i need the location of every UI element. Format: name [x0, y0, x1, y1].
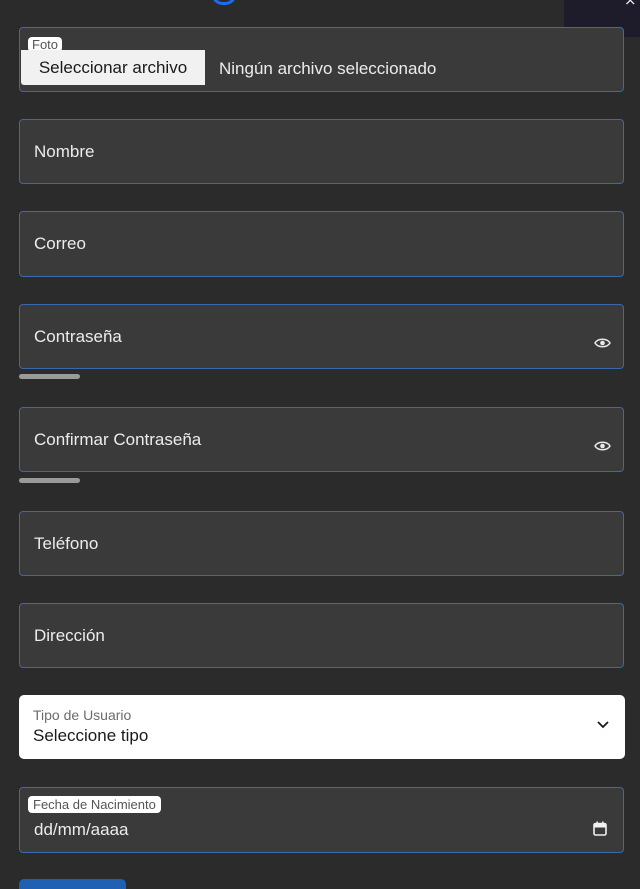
- photo-field[interactable]: Foto Seleccionar archivo Ningún archivo …: [19, 27, 624, 92]
- birth-date-field[interactable]: Fecha de Nacimiento dd/mm/aaaa: [19, 787, 624, 853]
- progress-indicator-icon: [211, 0, 237, 5]
- close-icon[interactable]: ×: [624, 0, 637, 8]
- confirm-password-field[interactable]: Confirmar Contraseña: [19, 407, 624, 472]
- phone-placeholder: Teléfono: [34, 533, 99, 553]
- address-placeholder: Dirección: [34, 625, 105, 645]
- calendar-icon[interactable]: [593, 821, 607, 836]
- submit-button[interactable]: [19, 879, 126, 889]
- birth-date-label: Fecha de Nacimiento: [28, 796, 161, 813]
- phone-field[interactable]: Teléfono: [19, 511, 624, 576]
- user-type-select[interactable]: Tipo de Usuario Seleccione tipo: [19, 695, 625, 759]
- eye-icon[interactable]: [594, 337, 611, 349]
- user-type-value: Seleccione tipo: [33, 726, 149, 745]
- password-strength-bar: [19, 374, 80, 379]
- password-field[interactable]: Contraseña: [19, 304, 624, 369]
- password-placeholder: Contraseña: [34, 326, 122, 346]
- file-status-text: Ningún archivo seleccionado: [219, 59, 437, 78]
- user-type-label: Tipo de Usuario: [33, 707, 132, 723]
- name-field[interactable]: Nombre: [19, 119, 624, 184]
- email-placeholder: Correo: [34, 234, 86, 253]
- eye-icon[interactable]: [594, 440, 611, 452]
- confirm-password-strength-bar: [19, 478, 80, 483]
- name-placeholder: Nombre: [34, 141, 95, 161]
- chevron-down-icon: [597, 721, 609, 729]
- birth-date-value: dd/mm/aaaa: [34, 820, 129, 839]
- confirm-password-placeholder: Confirmar Contraseña: [34, 429, 202, 449]
- email-field[interactable]: Correo: [19, 211, 624, 277]
- address-field[interactable]: Dirección: [19, 603, 624, 668]
- select-file-button[interactable]: Seleccionar archivo: [21, 50, 205, 85]
